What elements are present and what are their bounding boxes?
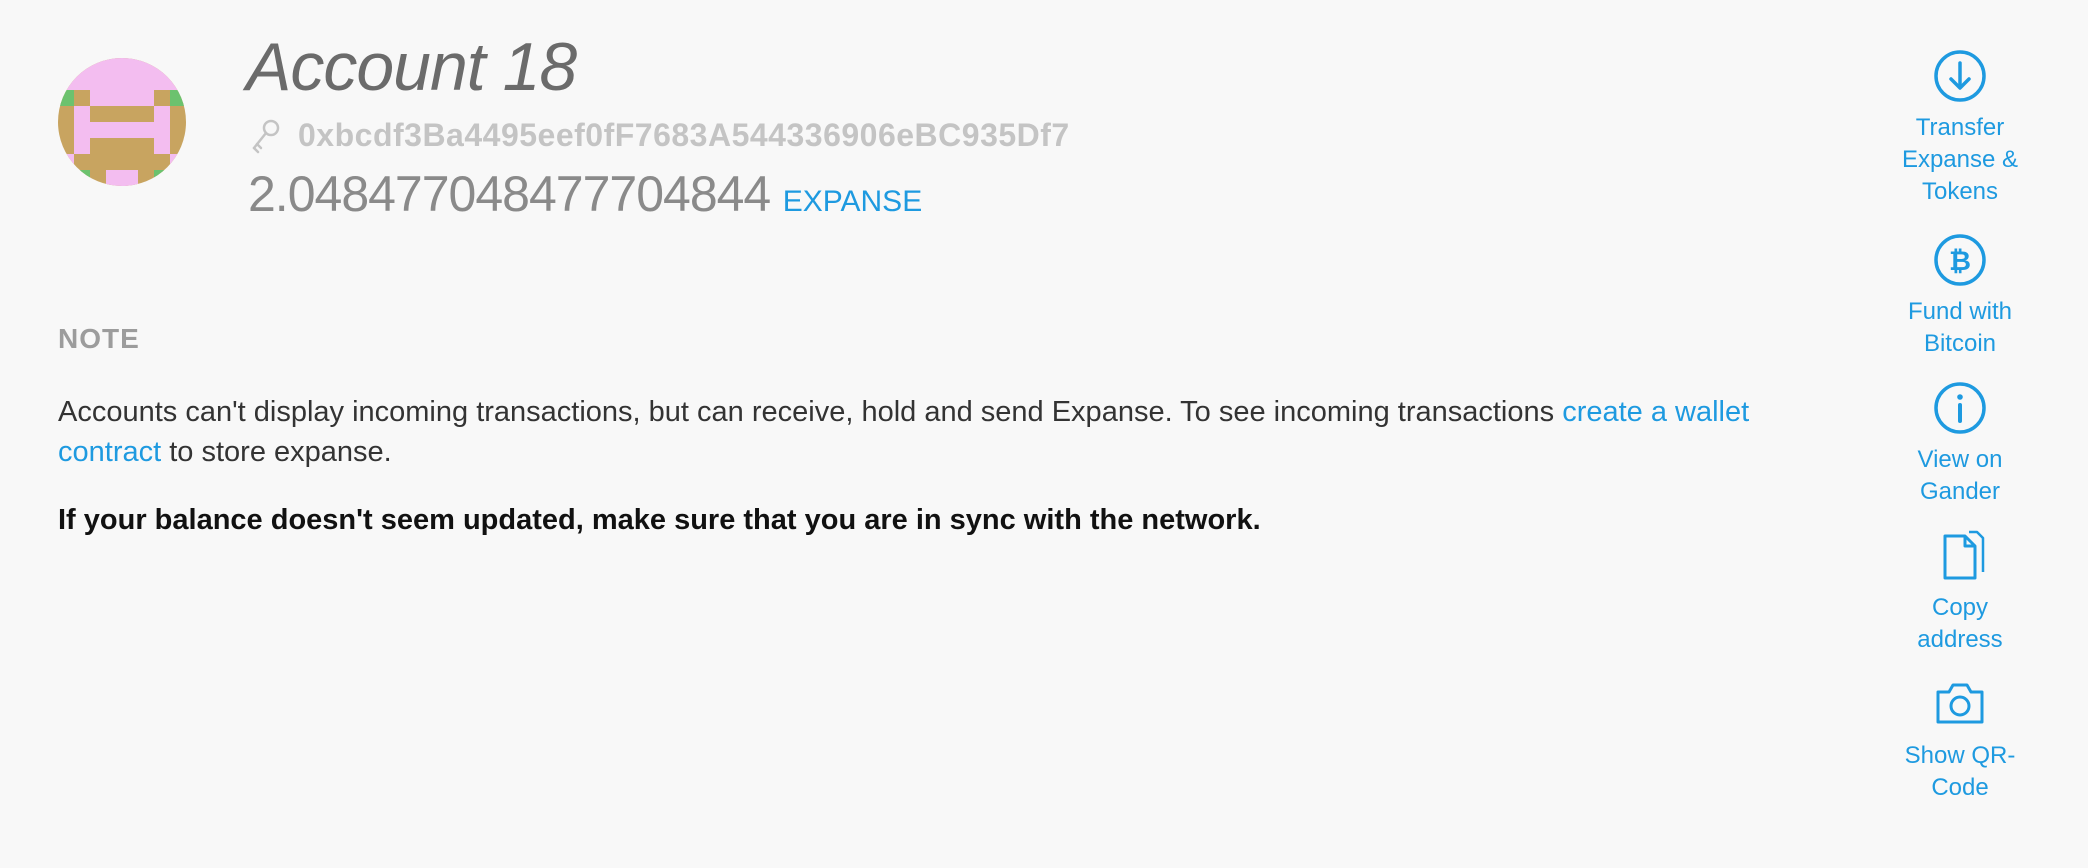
note-text: Accounts can't display incoming transact…: [58, 392, 1848, 472]
identicon-image: [58, 58, 186, 186]
copy-address-button[interactable]: Copy address: [1880, 528, 2040, 656]
key-icon: [252, 119, 280, 153]
svg-text:₿: ₿: [1949, 246, 1971, 277]
note-text-before: Accounts can't display incoming transact…: [58, 396, 1563, 428]
camera-icon: [1936, 683, 1984, 724]
transfer-expanse-tokens-label: Transfer Expanse & Tokens: [1901, 114, 2019, 205]
view-on-gander-label: View on Gander: [1917, 446, 2003, 505]
balance-value: 2.048477048477704844: [248, 166, 771, 222]
note-text-after: to store expanse.: [161, 436, 392, 468]
balance-unit: EXPANSE: [782, 185, 923, 218]
balance-row: 2.048477048477704844 EXPANSE: [248, 165, 922, 223]
show-qr-code-button[interactable]: Show QR- Code: [1880, 676, 2040, 804]
sync-warning: If your balance doesn't seem updated, ma…: [58, 504, 1261, 536]
show-qr-code-label: Show QR- Code: [1904, 742, 2016, 801]
fund-with-bitcoin-button[interactable]: ₿ Fund with Bitcoin: [1880, 232, 2040, 360]
copy-icon: [1943, 530, 1985, 580]
arrow-down-circle-icon: [1934, 50, 1986, 102]
address-row: 0xbcdf3Ba4495eef0fF7683A544336906eBC935D…: [250, 117, 1070, 154]
view-on-gander-button[interactable]: View on Gander: [1880, 380, 2040, 508]
account-address[interactable]: 0xbcdf3Ba4495eef0fF7683A544336906eBC935D…: [298, 117, 1070, 154]
account-name: Account 18: [246, 29, 577, 105]
bitcoin-icon: ₿: [1934, 234, 1986, 286]
account-identicon: [58, 58, 186, 186]
info-icon: [1934, 382, 1986, 434]
transfer-expanse-tokens-button[interactable]: Transfer Expanse & Tokens: [1880, 48, 2040, 208]
copy-address-label: Copy address: [1917, 594, 2003, 653]
note-label: NOTE: [58, 323, 140, 354]
fund-with-bitcoin-label: Fund with Bitcoin: [1907, 298, 2013, 357]
